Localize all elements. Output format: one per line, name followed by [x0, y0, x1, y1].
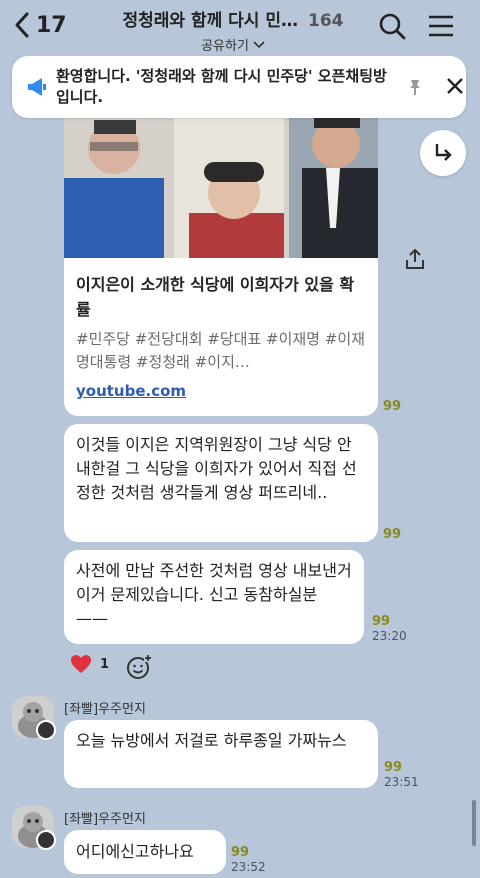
message-time: 23:20 — [372, 629, 407, 643]
reply-arrow-icon — [435, 144, 452, 161]
share-icon — [406, 248, 424, 269]
read-count: 99 — [372, 614, 391, 629]
message-meta: 99 23:51 — [384, 760, 419, 790]
link-preview-card[interactable]: 이지은이 소개한 식당에 이희자가 있을 확률 #민주당 #전당대회 #당대표 … — [64, 118, 378, 416]
read-count: 99 — [384, 760, 403, 775]
link-title: 이지은이 소개한 식당에 이희자가 있을 확률 — [76, 275, 355, 319]
reply-button[interactable] — [420, 130, 466, 176]
read-count: 99 — [383, 399, 402, 414]
member-count: 164 — [308, 11, 344, 31]
share-message-button[interactable] — [400, 244, 430, 274]
notice-text: 환영합니다. '정청래와 함께 다시 민주당' 오픈채팅방입니다. — [56, 67, 387, 106]
menu-icon[interactable] — [428, 14, 454, 38]
chat-bubble[interactable]: 오늘 뉴방에서 저걸로 하루종일 가짜뉴스 — [64, 720, 378, 788]
chat-title-area[interactable]: 정청래와 함께 다시 민… 164 공유하기 — [108, 6, 358, 54]
sender-name: [좌빨]우주먼지 — [64, 702, 146, 717]
chat-bubble[interactable]: 이것들 이지은 지역위원장이 그냥 식당 안내한걸 그 식당을 이희자가 있어서… — [64, 424, 378, 542]
message-time: 23:52 — [231, 860, 266, 874]
pin-icon[interactable] — [406, 78, 424, 96]
message-text: 오늘 뉴방에서 저걸로 하루종일 가짜뉴스 — [76, 731, 347, 750]
chat-bubble[interactable]: 사전에 만남 주선한 것처럼 영상 내보낸거 이거 문제있습니다. 신고 동참하… — [64, 550, 364, 644]
message-time: 23:51 — [384, 775, 419, 789]
message-meta: 99 — [383, 399, 401, 414]
notice-banner[interactable]: 환영합니다. '정청래와 함께 다시 민주당' 오픈채팅방입니다. — [12, 56, 466, 118]
message-meta: 99 23:52 — [231, 845, 266, 875]
chevron-left-icon — [15, 12, 29, 38]
message-text: 어디에신고하나요 — [76, 842, 194, 861]
link-thumbnail — [64, 118, 378, 258]
close-icon[interactable] — [445, 76, 465, 96]
heart-icon — [71, 655, 91, 673]
chat-bubble[interactable]: 어디에신고하나요 — [64, 830, 226, 874]
chat-header: 17 정청래와 함께 다시 민… 164 공유하기 — [0, 0, 480, 54]
share-dropdown[interactable]: 공유하기 — [108, 35, 358, 54]
scrollbar[interactable] — [472, 800, 476, 846]
message-text: 사전에 만남 주선한 것처럼 영상 내보낸거 이거 문제있습니다. 신고 동참하… — [76, 561, 352, 628]
profile-badge-icon — [36, 720, 56, 740]
read-count: 99 — [231, 845, 250, 860]
message-meta: 99 — [383, 527, 401, 542]
message-text: 이것들 이지은 지역위원장이 그냥 식당 안내한걸 그 식당을 이희자가 있어서… — [76, 435, 357, 502]
message-meta: 99 23:20 — [372, 614, 407, 644]
search-icon[interactable] — [378, 12, 406, 40]
chat-title: 정청래와 함께 다시 민… — [122, 11, 298, 31]
share-label: 공유하기 — [201, 39, 249, 54]
heart-count: 1 — [100, 656, 110, 672]
back-button[interactable]: 17 — [14, 8, 67, 42]
link-hashtags: #민주당 #전당대회 #당대표 #이재명 #이재명대통령 #정청래 #이지… — [76, 330, 365, 371]
unread-count: 17 — [36, 12, 67, 38]
sender-name: [좌빨]우주먼지 — [64, 812, 146, 827]
add-emoji-icon — [127, 654, 152, 679]
profile-badge-icon — [36, 830, 56, 850]
link-domain[interactable]: youtube.com — [76, 382, 186, 400]
read-count: 99 — [383, 527, 402, 542]
chevron-down-icon — [253, 40, 265, 48]
heart-reaction[interactable]: 1 — [70, 654, 109, 674]
add-reaction-button[interactable] — [126, 654, 152, 684]
megaphone-icon — [28, 78, 46, 96]
